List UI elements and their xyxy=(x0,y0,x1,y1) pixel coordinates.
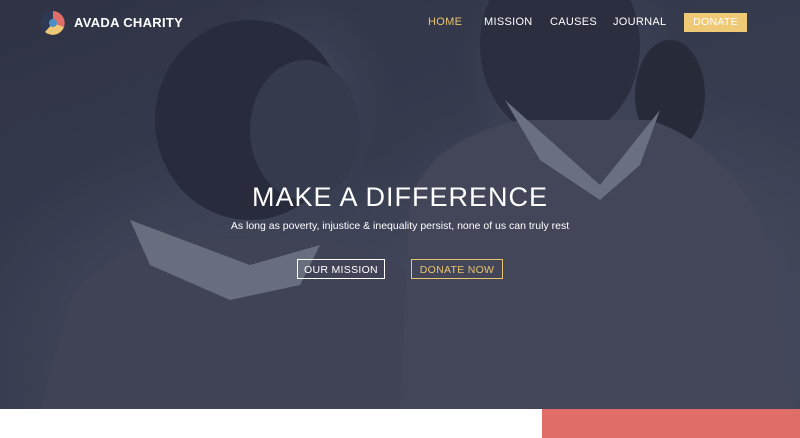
hero-title: MAKE A DIFFERENCE xyxy=(251,182,549,212)
content-section-start xyxy=(0,409,542,438)
coral-panel xyxy=(542,409,800,438)
main-navigation: AVADA CHARITY HOME MISSION CAUSES JOURNA… xyxy=(0,0,800,46)
nav-item-causes[interactable]: CAUSES xyxy=(550,16,597,28)
brand-name[interactable]: AVADA CHARITY xyxy=(74,15,183,30)
avada-logo-icon[interactable] xyxy=(40,10,66,36)
nav-item-mission[interactable]: MISSION xyxy=(484,16,533,28)
nav-item-home[interactable]: HOME xyxy=(428,16,462,28)
nav-donate-button[interactable]: DONATE xyxy=(684,13,747,32)
donate-now-button[interactable]: DONATE NOW xyxy=(411,259,503,279)
our-mission-button[interactable]: OUR MISSION xyxy=(297,259,385,279)
hero-section: AVADA CHARITY HOME MISSION CAUSES JOURNA… xyxy=(0,0,800,409)
nav-item-journal[interactable]: JOURNAL xyxy=(613,16,666,28)
hero-subtitle: As long as poverty, injustice & inequali… xyxy=(230,220,570,232)
